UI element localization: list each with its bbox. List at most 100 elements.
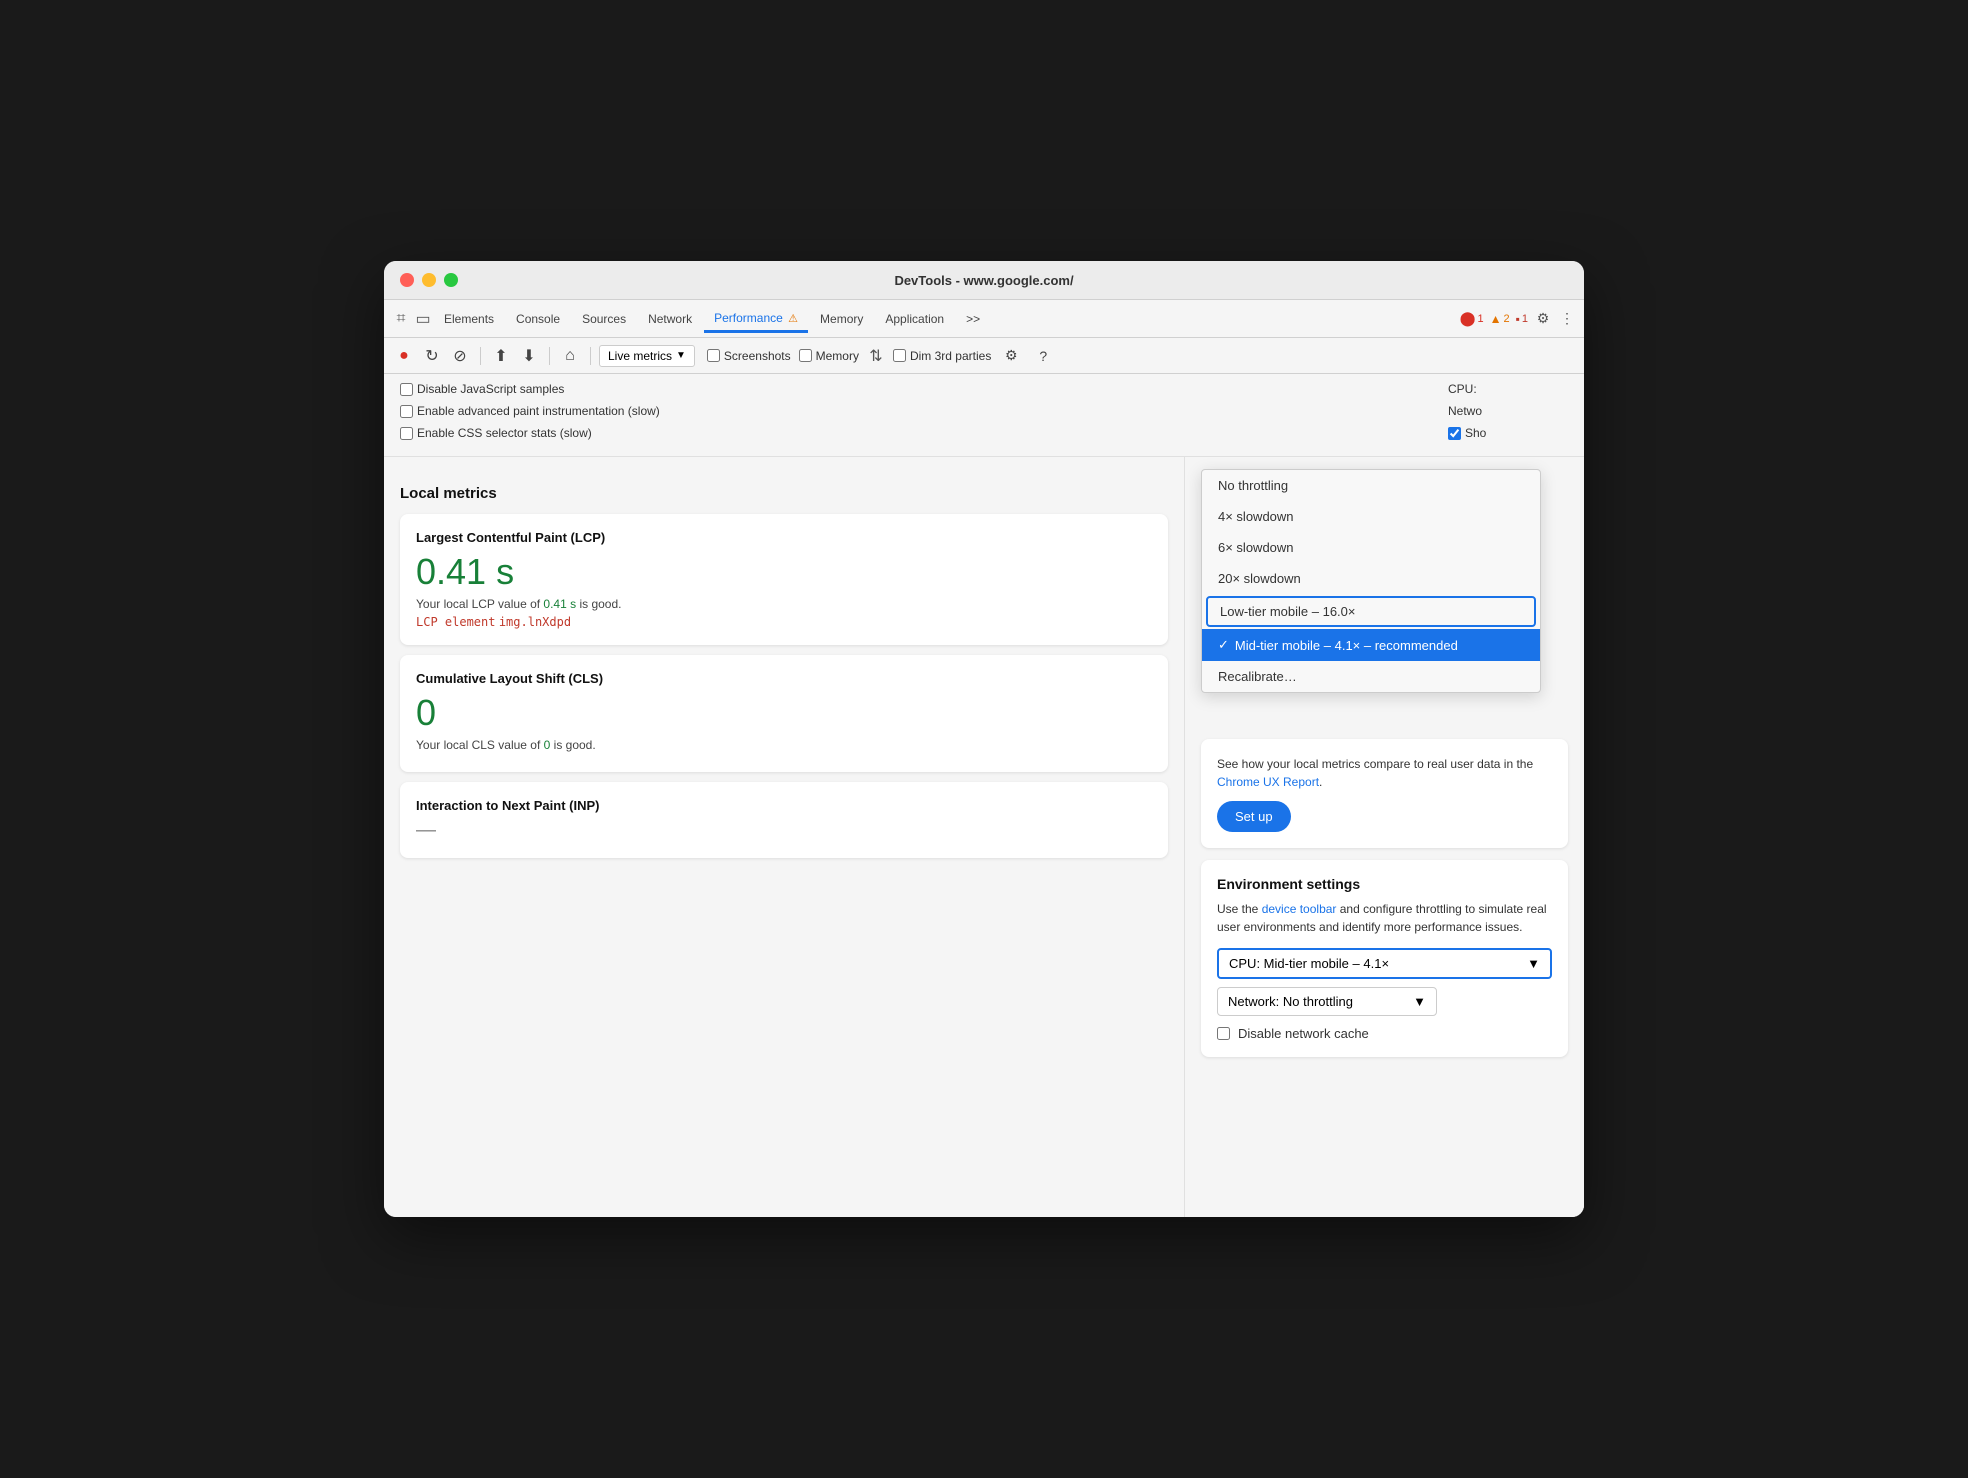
lcp-value: 0.41 s [416, 551, 1152, 593]
download-button[interactable]: ⬇ [517, 344, 541, 368]
traffic-lights [400, 273, 458, 287]
maximize-button[interactable] [444, 273, 458, 287]
settings-row-3: Enable CSS selector stats (slow) Sho [400, 426, 1568, 440]
performance-warning-icon: ⚠ [788, 313, 798, 325]
env-settings-card: Environment settings Use the device tool… [1201, 860, 1568, 1057]
tab-elements[interactable]: Elements [434, 306, 504, 332]
tab-console[interactable]: Console [506, 306, 570, 332]
lcp-element: LCP element img.lnXdpd [416, 615, 1152, 629]
dropdown-item-low-tier[interactable]: Low-tier mobile – 16.0× [1206, 596, 1536, 627]
close-button[interactable] [400, 273, 414, 287]
screenshots-checkbox-label[interactable]: Screenshots [707, 349, 791, 363]
separator-1 [480, 347, 481, 365]
cpu-label: CPU: [1448, 382, 1568, 396]
lcp-card: Largest Contentful Paint (LCP) 0.41 s Yo… [400, 514, 1168, 645]
window-title: DevTools - www.google.com/ [894, 273, 1073, 288]
warning-icon: ▲ [1490, 312, 1502, 326]
performance-toolbar: ● ↻ ⊘ ⬆ ⬇ ⌂ Live metrics ▼ Screenshots M… [384, 338, 1584, 374]
help-button[interactable]: ? [1031, 344, 1055, 368]
lcp-description: Your local LCP value of 0.41 s is good. [416, 597, 1152, 611]
memory-checkbox[interactable] [799, 349, 812, 362]
inp-value: — [416, 819, 1152, 842]
tab-more[interactable]: >> [956, 306, 990, 332]
chrome-ux-report-link[interactable]: Chrome UX Report [1217, 775, 1319, 789]
left-panel: Local metrics Largest Contentful Paint (… [384, 457, 1184, 1217]
setup-button[interactable]: Set up [1217, 801, 1291, 832]
main-content: Local metrics Largest Contentful Paint (… [384, 457, 1584, 1217]
upload-button[interactable]: ⬆ [489, 344, 513, 368]
tab-performance[interactable]: Performance ⚠ [704, 305, 808, 333]
refresh-button[interactable]: ↻ [420, 344, 444, 368]
settings-row-2: Enable advanced paint instrumentation (s… [400, 404, 1568, 418]
cpu-select[interactable]: CPU: Mid-tier mobile – 4.1× ▼ [1217, 948, 1552, 979]
enable-paint-checkbox[interactable] [400, 405, 413, 418]
tab-network[interactable]: Network [638, 306, 702, 332]
disable-js-checkbox[interactable] [400, 383, 413, 396]
screenshots-checkbox[interactable] [707, 349, 720, 362]
tab-application[interactable]: Application [875, 306, 954, 332]
devtools-icons: ⌗ ▭ [392, 310, 432, 328]
disable-cache-checkbox[interactable] [1217, 1027, 1230, 1040]
toolbar-right: Screenshots Memory ⇅ Dim 3rd parties ⚙ ? [707, 344, 1055, 368]
network-throttle-icon[interactable]: ⇅ [867, 347, 885, 365]
separator-2 [549, 347, 550, 365]
show-abbrev-label: Sho [1448, 426, 1568, 440]
network-select[interactable]: Network: No throttling ▼ [1217, 987, 1437, 1016]
dropdown-item-recalibrate[interactable]: Recalibrate… [1202, 661, 1540, 692]
minimize-button[interactable] [422, 273, 436, 287]
devtools-window: DevTools - www.google.com/ ⌗ ▭ Elements … [384, 261, 1584, 1217]
tab-memory[interactable]: Memory [810, 306, 873, 332]
cls-value: 0 [416, 692, 1152, 734]
dropdown-item-mid-tier[interactable]: ✓ Mid-tier mobile – 4.1× – recommended [1202, 629, 1540, 661]
env-settings-desc: Use the device toolbar and configure thr… [1217, 900, 1552, 936]
device-toolbar-link[interactable]: device toolbar [1262, 902, 1337, 916]
enable-paint-label[interactable]: Enable advanced paint instrumentation (s… [400, 404, 660, 418]
network-abbrev-label: Netwo [1448, 404, 1568, 418]
checkmark-icon: ✓ [1218, 637, 1229, 653]
inspect-icon[interactable]: ⌗ [392, 310, 410, 328]
dropdown-item-6x[interactable]: 6× slowdown [1202, 532, 1540, 563]
local-metrics-title: Local metrics [400, 485, 1168, 502]
cls-description: Your local CLS value of 0 is good. [416, 738, 1152, 752]
live-metrics-dropdown[interactable]: Live metrics ▼ [599, 345, 695, 367]
memory-checkbox-label[interactable]: Memory [799, 349, 859, 363]
more-options-icon[interactable]: ⋮ [1558, 310, 1576, 328]
tabs-bar: ⌗ ▭ Elements Console Sources Network Per… [384, 300, 1584, 338]
settings-rows: Disable JavaScript samples CPU: Enable a… [384, 374, 1584, 457]
warning-badge[interactable]: ▲ 2 [1490, 312, 1510, 326]
dropdown-item-no-throttling[interactable]: No throttling [1202, 470, 1540, 501]
local-metrics-section: Local metrics Largest Contentful Paint (… [400, 485, 1168, 858]
disable-js-label[interactable]: Disable JavaScript samples [400, 382, 564, 396]
disable-cache-row: Disable network cache [1217, 1026, 1552, 1041]
dim-parties-checkbox[interactable] [893, 349, 906, 362]
ux-report-text: See how your local metrics compare to re… [1217, 755, 1552, 791]
home-button[interactable]: ⌂ [558, 344, 582, 368]
stop-button[interactable]: ⊘ [448, 344, 472, 368]
settings-icon[interactable]: ⚙ [1534, 310, 1552, 328]
enable-css-label[interactable]: Enable CSS selector stats (slow) [400, 426, 592, 440]
network-chevron-icon: ▼ [1413, 994, 1426, 1009]
dropdown-item-4x[interactable]: 4× slowdown [1202, 501, 1540, 532]
lcp-title: Largest Contentful Paint (LCP) [416, 530, 1152, 545]
dim-parties-checkbox-label[interactable]: Dim 3rd parties [893, 349, 991, 363]
error-icon: ⬤ [1460, 310, 1476, 327]
separator-3 [590, 347, 591, 365]
error-badge[interactable]: ⬤ 1 [1460, 310, 1484, 327]
cpu-chevron-icon: ▼ [1527, 956, 1540, 971]
dropdown-item-20x[interactable]: 20× slowdown [1202, 563, 1540, 594]
show-checkbox[interactable] [1448, 427, 1461, 440]
info-badge[interactable]: ▪ 1 [1516, 312, 1528, 326]
tab-sources[interactable]: Sources [572, 306, 636, 332]
ux-report-card: See how your local metrics compare to re… [1201, 739, 1568, 848]
inp-title: Interaction to Next Paint (INP) [416, 798, 1152, 813]
cls-title: Cumulative Layout Shift (CLS) [416, 671, 1152, 686]
settings-button[interactable]: ⚙ [999, 344, 1023, 368]
device-icon[interactable]: ▭ [414, 310, 432, 328]
record-button[interactable]: ● [392, 344, 416, 368]
chevron-down-icon: ▼ [676, 350, 686, 361]
enable-css-checkbox[interactable] [400, 427, 413, 440]
right-panel: No throttling 4× slowdown 6× slowdown 20… [1184, 457, 1584, 1217]
inp-card: Interaction to Next Paint (INP) — [400, 782, 1168, 858]
cpu-throttle-dropdown[interactable]: No throttling 4× slowdown 6× slowdown 20… [1201, 469, 1541, 693]
settings-row-1: Disable JavaScript samples CPU: [400, 382, 1568, 396]
